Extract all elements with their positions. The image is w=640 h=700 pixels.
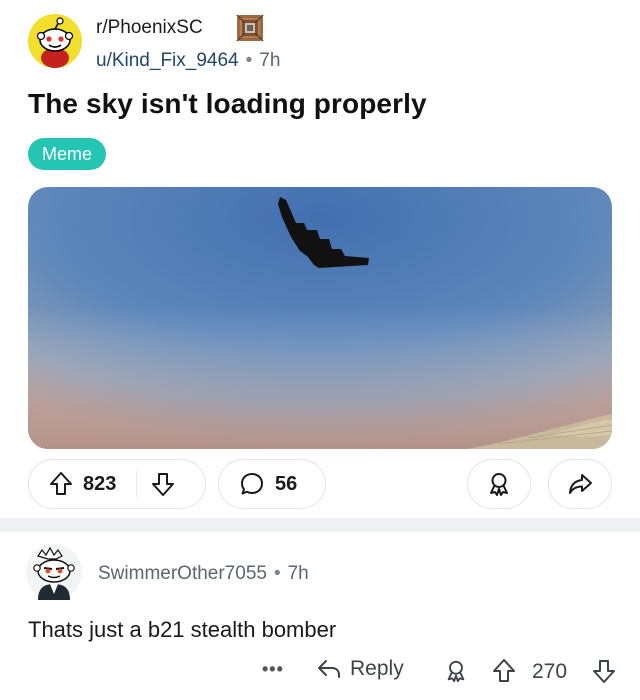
post-author[interactable]: u/Kind_Fix_9464 <box>96 50 239 71</box>
snoo-avatar-icon <box>28 14 82 68</box>
comment-count: 56 <box>275 472 298 495</box>
downvote-icon[interactable] <box>151 471 175 497</box>
snoo-avatar-icon <box>26 544 82 600</box>
award-icon[interactable] <box>444 658 468 689</box>
share-icon <box>567 471 593 497</box>
reply-arrow-icon <box>316 657 342 681</box>
post-image[interactable] <box>28 187 612 449</box>
award-icon <box>486 471 512 497</box>
comment-author[interactable]: SwimmerOther7055 <box>98 563 267 584</box>
comment-body: Thats just a b21 stealth bomber <box>28 617 337 642</box>
more-options-button[interactable]: ••• <box>262 659 284 680</box>
subreddit-name[interactable]: r/PhoenixSC <box>96 17 203 39</box>
commenter-avatar[interactable] <box>26 544 82 600</box>
comment-actions: ••• Reply 270 <box>262 655 622 689</box>
comment-time: 7h <box>287 563 309 584</box>
vote-control: 823 <box>28 459 206 509</box>
reply-label: Reply <box>350 657 404 680</box>
vote-divider <box>136 471 138 497</box>
award-button[interactable] <box>467 459 531 509</box>
post-meta: u/Kind_Fix_9464 • 7h <box>96 50 280 72</box>
meta-separator: • <box>273 563 281 584</box>
command-block-icon <box>236 14 264 42</box>
reply-button[interactable]: Reply <box>316 657 404 681</box>
comment-icon <box>239 471 265 497</box>
comments-button[interactable]: 56 <box>218 459 326 509</box>
upvote-count: 823 <box>83 472 117 495</box>
subreddit-avatar[interactable] <box>28 14 82 68</box>
meta-separator: • <box>245 50 253 71</box>
upvote-icon[interactable] <box>492 658 516 689</box>
downvote-icon[interactable] <box>592 658 616 689</box>
section-divider <box>0 518 640 532</box>
share-button[interactable] <box>548 459 612 509</box>
upvote-icon[interactable] <box>49 471 73 497</box>
comment-meta: SwimmerOther7055 • 7h <box>98 563 309 585</box>
post-time: 7h <box>259 50 281 71</box>
post-flair[interactable]: Meme <box>28 138 107 170</box>
post-title[interactable]: The sky isn't loading properly <box>28 88 427 120</box>
comment-score: 270 <box>532 660 568 683</box>
